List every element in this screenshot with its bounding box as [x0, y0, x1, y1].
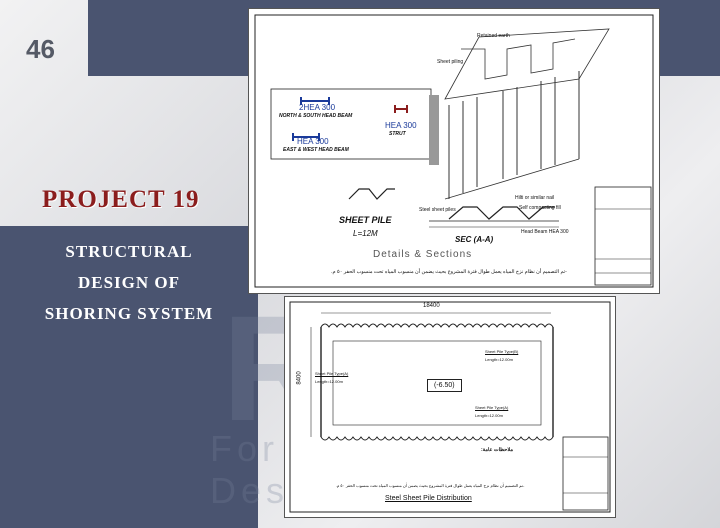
title-line-3: SHORING SYSTEM: [44, 304, 214, 323]
beam-2hea-label: 2HEA 300: [299, 103, 336, 112]
strut-hea-label: HEA 300: [385, 121, 417, 130]
self-compacting-label: Self compacting fill: [519, 205, 561, 211]
dim-height: 8400: [296, 371, 303, 385]
pile-length-b-top: Length=12.00m: [485, 357, 513, 362]
notes-title: ملاحظات عامة:: [481, 447, 514, 453]
beam-2hea-sub: NORTH & SOUTH HEAD BEAM: [279, 113, 353, 119]
head-beam-label: Head Beam HEA 300: [521, 229, 569, 235]
pile-length-a-left: Length=12.00m: [315, 379, 343, 384]
sheet-pile-label: SHEET PILE: [339, 215, 392, 225]
drawing2-note: -تم التصميم أن نظام نزح المياه يعمل طوال…: [335, 483, 525, 488]
drawing1-note: -تم التصميم أن نظام نزح المياه يعمل طوال…: [331, 269, 567, 275]
slide-number: 46: [26, 34, 55, 64]
sheet-piling-label: Sheet piling: [437, 59, 464, 65]
title-line-2: DESIGN OF: [77, 273, 181, 292]
steel-sheet-piles-label: Steel sheet piles: [419, 207, 456, 213]
pile-length-a-bottom: Length=12.00m: [475, 413, 503, 418]
project-label: PROJECT 19: [42, 186, 200, 213]
title-line-1: STRUCTURAL: [65, 242, 193, 261]
beam-hea-sub: EAST & WEST HEAD BEAM: [283, 147, 349, 153]
pile-type-b-top: Sheet Pile Type(B): [485, 349, 519, 354]
drawing-sheet-pile-distribution: 18400 8400 (-6.50) Sheet Pile Type(A) Le…: [284, 296, 616, 518]
beam-hea-label: HEA 300: [297, 137, 329, 146]
details-caption: Details & Sections: [373, 249, 473, 260]
section-label: SEC (A-A): [455, 235, 494, 244]
drawing-details-sections: 2HEA 300 NORTH & SOUTH HEAD BEAM HEA 300…: [248, 8, 660, 294]
pile-type-a-bottom: Sheet Pile Type(A): [475, 405, 509, 410]
strut-sub: STRUT: [389, 131, 406, 137]
distribution-caption: Steel Sheet Pile Distribution: [385, 495, 472, 502]
retained-earth-label: Retained earth: [477, 33, 510, 39]
dim-width: 18400: [423, 303, 440, 309]
project-title: STRUCTURAL DESIGN OF SHORING SYSTEM: [20, 236, 238, 329]
hilti-nail-label: Hilti or similar nail: [515, 195, 555, 201]
sheet-pile-length: L=12M: [353, 229, 378, 238]
pile-type-a-left: Sheet Pile Type(A): [315, 371, 349, 376]
level-label: (-6.50): [427, 379, 462, 392]
